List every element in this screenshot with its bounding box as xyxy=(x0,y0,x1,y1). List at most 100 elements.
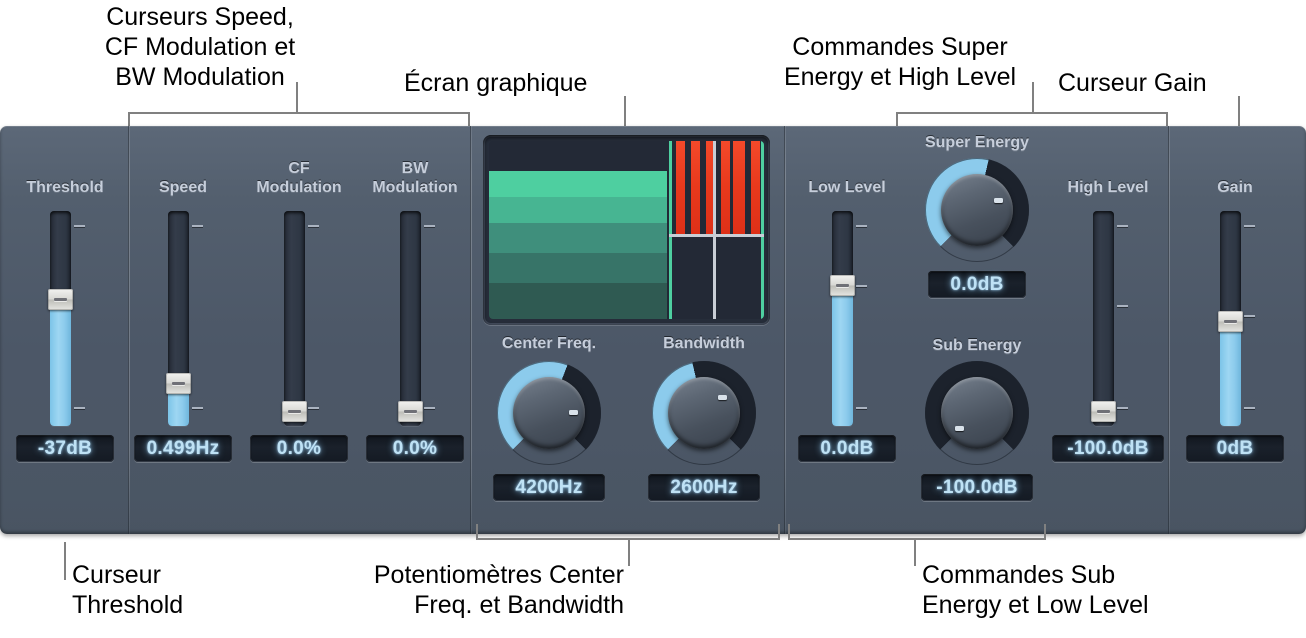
threshold-track[interactable] xyxy=(50,211,71,426)
gain-tick-mid xyxy=(1244,315,1255,317)
display-red-bar xyxy=(721,141,730,234)
control-cf-modulation[interactable]: CF Modulation 0.0% xyxy=(250,159,348,462)
control-speed[interactable]: Speed 0.499Hz xyxy=(134,178,232,462)
display-red-bar xyxy=(733,141,742,234)
bw-modulation-slider[interactable] xyxy=(392,211,438,426)
center-freq-label: Center Freq. xyxy=(501,335,597,352)
threshold-value[interactable]: -37dB xyxy=(16,435,114,462)
center-freq-indicator xyxy=(569,410,578,415)
display-red-bar xyxy=(691,141,700,234)
bandwidth-knob[interactable] xyxy=(652,361,756,465)
callout-top-right: Commandes Super Energy et High Level xyxy=(783,33,1017,91)
leader-top-left-stem xyxy=(296,82,298,113)
bw-modulation-track[interactable] xyxy=(400,211,421,426)
gain-thumb[interactable] xyxy=(1218,311,1243,332)
display-band-3 xyxy=(489,223,667,253)
display-marker-right xyxy=(761,141,764,319)
cf-modulation-slider[interactable] xyxy=(276,211,322,426)
high-level-slider[interactable] xyxy=(1085,211,1131,426)
leader-bottom-mid-stem xyxy=(628,538,630,566)
high-level-tick-top xyxy=(1117,225,1128,227)
leader-bottom-right-stem xyxy=(914,538,916,566)
center-freq-value[interactable]: 4200Hz xyxy=(493,474,605,501)
high-level-track[interactable] xyxy=(1093,211,1114,426)
display-band-4 xyxy=(489,253,667,283)
bandwidth-indicator xyxy=(718,395,727,400)
cf-modulation-tick-bottom xyxy=(308,407,319,409)
control-bw-modulation[interactable]: BW Modulation 0.0% xyxy=(366,159,464,462)
threshold-slider[interactable] xyxy=(42,211,88,426)
callout-top-left: Curseurs Speed, CF Modulation et BW Modu… xyxy=(104,3,296,91)
control-threshold[interactable]: Threshold -37dB xyxy=(16,178,114,462)
speed-thumb[interactable] xyxy=(166,373,191,394)
control-high-level[interactable]: High Level -100.0dB xyxy=(1052,178,1164,462)
low-level-track[interactable] xyxy=(832,211,853,426)
low-level-tick-top xyxy=(856,225,867,227)
high-level-tick-bottom xyxy=(1117,407,1128,409)
cf-modulation-track[interactable] xyxy=(284,211,305,426)
control-gain[interactable]: Gain 0dB xyxy=(1186,178,1284,462)
high-level-tick-mid xyxy=(1117,305,1128,307)
display-band-1 xyxy=(489,171,667,197)
callout-top-mid: Écran graphique xyxy=(404,69,588,97)
speed-tick-top xyxy=(192,225,203,227)
leader-top-right-tick-a xyxy=(896,112,898,127)
graphic-display[interactable] xyxy=(483,135,770,325)
speed-tick-bottom xyxy=(192,407,203,409)
leader-bottom-right-tick-a xyxy=(788,524,790,539)
control-bandwidth[interactable]: Bandwidth 2600Hz xyxy=(645,334,763,501)
center-freq-knob[interactable] xyxy=(497,361,601,465)
low-level-thumb[interactable] xyxy=(830,275,855,296)
cf-modulation-label: CF Modulation xyxy=(256,160,342,196)
gain-value[interactable]: 0dB xyxy=(1186,435,1284,462)
leader-display xyxy=(624,96,626,127)
super-energy-knob[interactable] xyxy=(925,158,1029,262)
leader-bottom-right-bar xyxy=(788,538,1046,540)
graphic-display-canvas xyxy=(489,141,764,319)
display-marker-left xyxy=(669,141,672,319)
speed-slider[interactable] xyxy=(160,211,206,426)
display-threshold-line xyxy=(669,234,764,237)
speed-value[interactable]: 0.499Hz xyxy=(134,435,232,462)
low-level-label: Low Level xyxy=(808,179,886,196)
low-level-tick-mid xyxy=(856,285,867,287)
control-low-level[interactable]: Low Level 0.0dB xyxy=(798,178,896,462)
high-level-thumb[interactable] xyxy=(1091,401,1116,422)
bw-modulation-thumb[interactable] xyxy=(398,401,423,422)
speed-label: Speed xyxy=(158,179,207,196)
bw-modulation-label: BW Modulation xyxy=(372,160,458,196)
low-level-value[interactable]: 0.0dB xyxy=(798,435,896,462)
leader-bottom-mid-tick-a xyxy=(476,524,478,539)
cf-modulation-value[interactable]: 0.0% xyxy=(250,435,348,462)
high-level-value[interactable]: -100.0dB xyxy=(1052,435,1164,462)
leader-bottom-right-tick-b xyxy=(1044,524,1046,539)
display-red-bar xyxy=(676,141,685,234)
threshold-label: Threshold xyxy=(26,179,104,196)
sub-energy-knob[interactable] xyxy=(925,361,1029,465)
sub-energy-knob-body[interactable] xyxy=(941,377,1013,449)
low-level-slider[interactable] xyxy=(824,211,870,426)
bandwidth-knob-body[interactable] xyxy=(668,377,740,449)
display-band-2 xyxy=(489,197,667,223)
control-sub-energy[interactable]: Sub Energy -100.0dB xyxy=(912,336,1042,501)
high-level-label: High Level xyxy=(1067,179,1149,196)
leader-gain xyxy=(1238,96,1240,127)
cf-modulation-tick-top xyxy=(308,225,319,227)
bw-modulation-tick-top xyxy=(424,225,435,227)
bandwidth-value[interactable]: 2600Hz xyxy=(648,474,760,501)
control-super-energy[interactable]: Super Energy 0.0dB xyxy=(912,133,1042,298)
super-energy-knob-body[interactable] xyxy=(941,174,1013,246)
leader-top-right-bar xyxy=(896,112,1168,114)
super-energy-value[interactable]: 0.0dB xyxy=(928,271,1026,298)
threshold-thumb[interactable] xyxy=(48,289,73,310)
sub-energy-value[interactable]: -100.0dB xyxy=(921,474,1033,501)
gain-fill xyxy=(1220,322,1241,426)
callout-bottom-mid: Potentiomètres Center Freq. et Bandwidth xyxy=(373,561,624,619)
bw-modulation-value[interactable]: 0.0% xyxy=(366,435,464,462)
gain-slider[interactable] xyxy=(1212,211,1258,426)
threshold-tick-bottom xyxy=(74,407,85,409)
callout-top-far-right: Curseur Gain xyxy=(1058,69,1207,97)
gain-label: Gain xyxy=(1217,179,1253,196)
control-center-freq[interactable]: Center Freq. 4200Hz xyxy=(490,334,608,501)
cf-modulation-thumb[interactable] xyxy=(282,401,307,422)
